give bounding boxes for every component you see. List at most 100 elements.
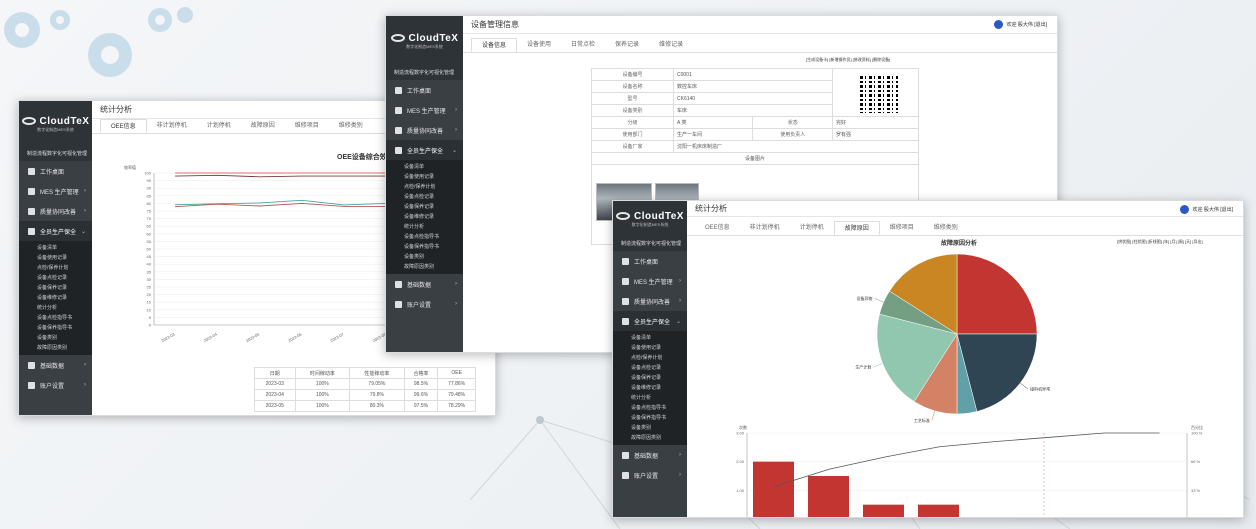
menu-item-quality[interactable]: 质量协同改善 › <box>386 120 463 140</box>
x-tick-label: 2023-03 <box>160 331 176 343</box>
submenu-item[interactable]: 设备类别 <box>19 333 92 343</box>
tab-repair-item[interactable]: 维修项目 <box>285 119 329 133</box>
chart-toolbar[interactable]: [饼状图] [柱状图] [折线图] [年] [月] [周] [天] [导出] <box>1117 239 1203 245</box>
submenu-item[interactable]: 点检/保养计划 <box>386 182 463 192</box>
menu-item-desktop[interactable]: 工作桌面 <box>613 251 687 271</box>
tab-repair-item[interactable]: 维修项目 <box>880 221 924 235</box>
submenu-item[interactable]: 点检/保养计划 <box>19 263 92 273</box>
menu-item-mes[interactable]: MES 生产管理 › <box>613 271 687 291</box>
y-tick-label: 10 <box>147 307 152 312</box>
gear-icon <box>28 227 35 235</box>
y-tick-label: 55 <box>147 239 152 244</box>
submenu-item[interactable]: 故障原因类别 <box>613 433 687 443</box>
menu-item-base-data[interactable]: 基础数据 › <box>613 445 687 465</box>
fault-pareto-chart: 次数 百分比 3.00 2.00 1.00 100 % 66 % 33 % <box>736 424 1203 517</box>
menu-item-desktop[interactable]: 工作桌面 <box>386 80 463 100</box>
pie-label: 设备异物 <box>856 295 872 301</box>
tab-daily-check[interactable]: 日常点检 <box>561 38 605 52</box>
tab-oee[interactable]: OEE信息 <box>100 119 147 133</box>
submenu-item[interactable]: 设备保养记录 <box>19 283 92 293</box>
system-title: 制造流程数字化可视化管理 <box>386 66 463 80</box>
submenu-item[interactable]: 设备保养记录 <box>386 202 463 212</box>
gear-icon <box>622 317 629 325</box>
tab-maintain[interactable]: 保养记录 <box>605 38 649 52</box>
submenu-item[interactable]: 设备类别 <box>613 423 687 433</box>
submenu-item[interactable]: 设备保养指导书 <box>386 242 463 252</box>
tab-oee[interactable]: OEE信息 <box>695 221 740 235</box>
menu-item-account[interactable]: 账户设置 › <box>19 375 92 395</box>
y-tick-label: 20 <box>147 292 152 297</box>
menu-item-tpm[interactable]: 全员生产保全 ⌄ <box>19 221 92 241</box>
tab-device-use[interactable]: 设备使用 <box>517 38 561 52</box>
greeting[interactable]: 欢迎 殷大伟 [退出] <box>1006 21 1047 28</box>
tab-unplanned[interactable]: 非计划停机 <box>147 119 197 133</box>
tab-fault[interactable]: 故障原因 <box>241 119 285 133</box>
y-tick-label: 70 <box>147 216 152 221</box>
user-info: 欢迎 殷大伟 [退出] <box>994 20 1047 29</box>
menu-item-base-data[interactable]: 基础数据 › <box>19 355 92 375</box>
submenu-item[interactable]: 设备保养指导书 <box>19 323 92 333</box>
tab-unplanned[interactable]: 非计划停机 <box>740 221 790 235</box>
tab-planned[interactable]: 计划停机 <box>790 221 834 235</box>
menu-item-account[interactable]: 账户设置 › <box>386 294 463 314</box>
server-icon <box>622 297 629 305</box>
menu-item-base-data[interactable]: 基础数据 › <box>386 274 463 294</box>
submenu-item[interactable]: 设备清单 <box>19 243 92 253</box>
submenu-item[interactable]: 设备类别 <box>386 252 463 262</box>
submenu-item[interactable]: 故障原因类别 <box>19 343 92 353</box>
menu-item-tpm[interactable]: 全员生产保全 ⌄ <box>613 311 687 331</box>
submenu-item[interactable]: 点检/保养计划 <box>613 353 687 363</box>
menu-item-desktop[interactable]: 工作桌面 <box>19 161 92 181</box>
y-tick-label: 65 <box>147 224 152 229</box>
submenu-item[interactable]: 设备点检指导书 <box>386 232 463 242</box>
submenu-item[interactable]: 设备维修记录 <box>386 212 463 222</box>
submenu-item[interactable]: 设备维修记录 <box>613 383 687 393</box>
pie-slice <box>956 253 1038 335</box>
submenu-item[interactable]: 设备点检记录 <box>19 273 92 283</box>
pareto-bar <box>863 504 904 517</box>
submenu-item[interactable]: 设备保养记录 <box>613 373 687 383</box>
submenu-item[interactable]: 统计分析 <box>386 222 463 232</box>
menu-item-mes[interactable]: MES 生产管理 › <box>19 181 92 201</box>
submenu-item[interactable]: 统计分析 <box>613 393 687 403</box>
submenu-item[interactable]: 设备点检指导书 <box>613 403 687 413</box>
greeting[interactable]: 欢迎 殷大伟 [退出] <box>1192 206 1233 213</box>
y2-axis-label: 百分比 <box>1191 424 1203 430</box>
pie-label-line <box>874 298 884 303</box>
submenu-item[interactable]: 设备保养指导书 <box>613 413 687 423</box>
qr-code <box>857 72 901 116</box>
cloud-icon <box>622 277 629 285</box>
menu-item-account[interactable]: 账户设置 › <box>613 465 687 485</box>
server-icon <box>28 207 35 215</box>
submenu-item[interactable]: 设备点检指导书 <box>19 313 92 323</box>
tab-repair[interactable]: 维修记录 <box>649 38 693 52</box>
submenu-item[interactable]: 设备清单 <box>386 162 463 172</box>
submenu-item[interactable]: 设备使用记录 <box>613 343 687 353</box>
fault-window: CloudTeX 数字化制造MES系统 制造流程数字化可视化管理 工作桌面 ME… <box>612 200 1244 518</box>
tab-planned[interactable]: 计划停机 <box>197 119 241 133</box>
submenu-item[interactable]: 统计分析 <box>19 303 92 313</box>
tab-repair-type[interactable]: 维修类别 <box>329 119 373 133</box>
menu-item-quality[interactable]: 质量协同改善 › <box>613 291 687 311</box>
submenu-item[interactable]: 设备点检记录 <box>386 192 463 202</box>
submenu-item[interactable]: 设备点检记录 <box>613 363 687 373</box>
tab-device-info[interactable]: 设备信息 <box>471 38 518 52</box>
device-actions[interactable]: [生成设备卡] [新增操作员] [修改资料] [删除设备] <box>806 57 890 63</box>
submenu-item[interactable]: 设备使用记录 <box>386 172 463 182</box>
submenu-item[interactable]: 设备清单 <box>613 333 687 343</box>
tab-fault[interactable]: 故障原因 <box>833 221 880 235</box>
menu-item-tpm[interactable]: 全员生产保全 ⌄ <box>386 140 463 160</box>
menu-item-quality[interactable]: 质量协同改善 › <box>19 201 92 221</box>
user-info: 欢迎 殷大伟 [退出] <box>1180 205 1233 214</box>
x-tick-label: 2023-07 <box>329 331 345 343</box>
y-axis-label: 效率值 <box>124 164 136 170</box>
submenu-item[interactable]: 故障原因类别 <box>386 262 463 272</box>
submenu-item[interactable]: 设备使用记录 <box>19 253 92 263</box>
tab-repair-type[interactable]: 维修类别 <box>924 221 968 235</box>
y-tick-label: 25 <box>147 285 152 290</box>
tab-bar: OEE信息 非计划停机 计划停机 故障原因 维修项目 维修类别 <box>687 221 1243 236</box>
pie-label: 接料机异常 <box>1030 386 1050 392</box>
oee-table: 日期 时间稼动率 性能稼动率 合格率 OEE 2023-03 100% 79.05% 98.5… <box>254 367 476 412</box>
submenu-item[interactable]: 设备维修记录 <box>19 293 92 303</box>
menu-item-mes[interactable]: MES 生产管理 › <box>386 100 463 120</box>
